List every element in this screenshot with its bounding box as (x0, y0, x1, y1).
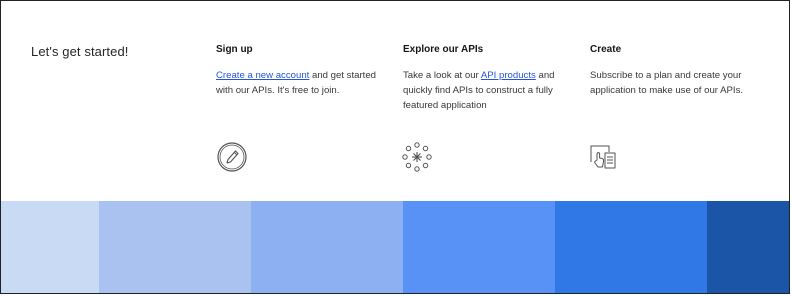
page-frame: Let's get started! Sign up Create a new … (0, 0, 790, 294)
color-band (403, 201, 555, 293)
color-band (99, 201, 251, 293)
signup-text: Create a new account and get started wit… (216, 68, 376, 98)
getting-started-section: Let's get started! Sign up Create a new … (1, 1, 789, 201)
create-text: Subscribe to a plan and create your appl… (590, 70, 744, 96)
section-heading: Let's get started! (31, 44, 129, 59)
color-band (251, 201, 403, 293)
signup-column: Sign up Create a new account and get sta… (216, 44, 376, 98)
app-create-icon (590, 145, 616, 169)
signup-title: Sign up (216, 44, 253, 55)
pencil-circle-icon (217, 142, 247, 172)
explore-text: Take a look at our API products and quic… (403, 68, 563, 113)
color-band-strip (1, 201, 789, 293)
create-column: Create Subscribe to a plan and create yo… (590, 44, 750, 98)
create-title: Create (590, 44, 622, 55)
api-products-link[interactable]: API products (481, 70, 536, 81)
color-band (707, 201, 789, 293)
explore-text-before: Take a look at our (403, 70, 481, 81)
explore-title: Explore our APIs (403, 44, 484, 55)
explore-column: Explore our APIs Take a look at our API … (403, 44, 563, 113)
network-burst-icon (402, 142, 432, 172)
create-account-link[interactable]: Create a new account (216, 70, 309, 81)
color-band (555, 201, 707, 293)
color-band (1, 201, 99, 293)
